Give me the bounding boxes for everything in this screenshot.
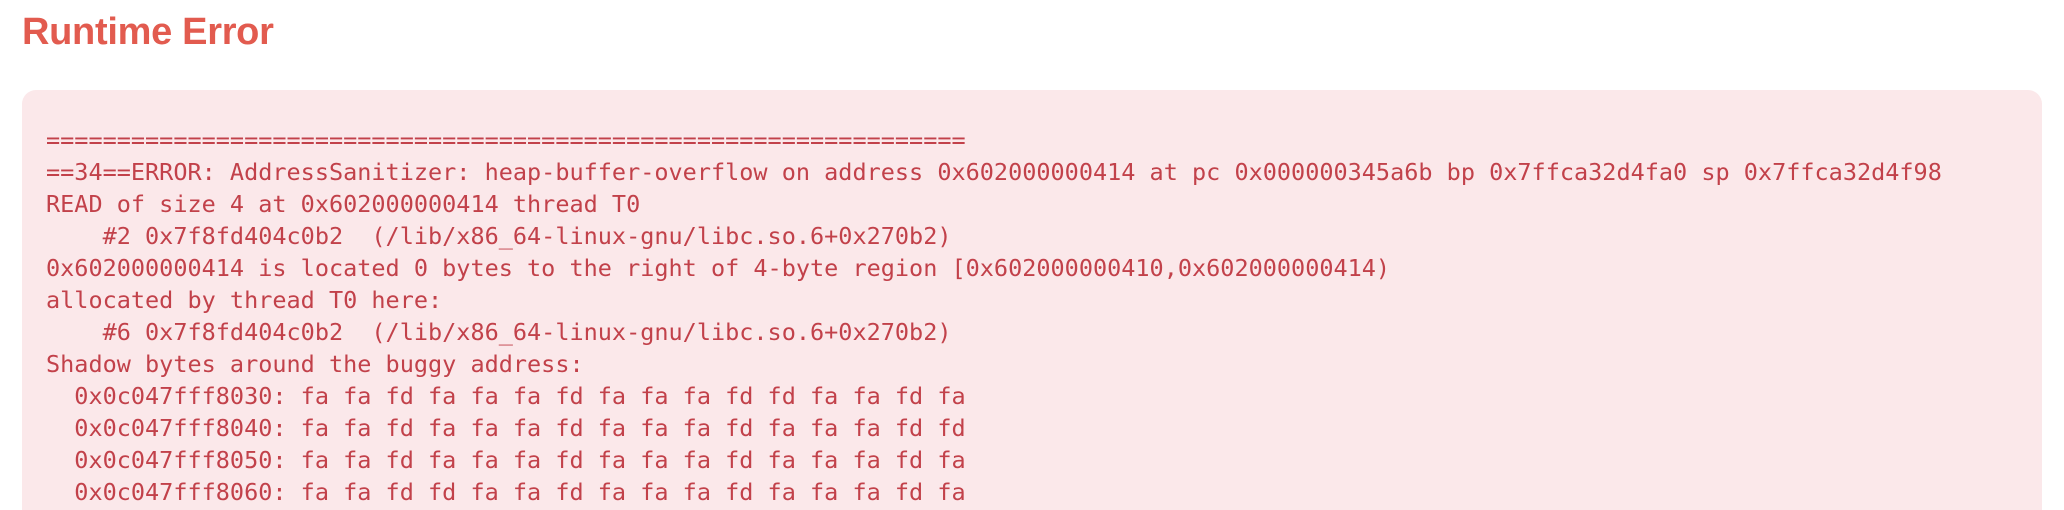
- error-summary-line: ==34==ERROR: AddressSanitizer: heap-buff…: [46, 158, 1942, 186]
- shadow-bytes-row: 0x0c047fff8050: fa fa fd fa fa fa fd fa …: [46, 446, 966, 474]
- stack-frame-line: #2 0x7f8fd404c0b2 (/lib/x86_64-linux-gnu…: [46, 222, 952, 250]
- shadow-bytes-heading: Shadow bytes around the buggy address:: [46, 350, 584, 378]
- shadow-bytes-row: 0x0c047fff8040: fa fa fd fa fa fa fd fa …: [46, 414, 966, 442]
- page-title: Runtime Error: [22, 11, 274, 53]
- shadow-bytes-row: 0x0c047fff8060: fa fa fd fd fa fa fd fa …: [46, 478, 966, 506]
- allocated-by-line: allocated by thread T0 here:: [46, 286, 443, 314]
- stack-frame-line: #6 0x7f8fd404c0b2 (/lib/x86_64-linux-gnu…: [46, 318, 952, 346]
- error-location-line: 0x602000000414 is located 0 bytes to the…: [46, 254, 1391, 282]
- error-output-lines: ========================================…: [46, 124, 2018, 508]
- shadow-bytes-row: 0x0c047fff8030: fa fa fd fa fa fa fd fa …: [46, 382, 966, 410]
- error-separator-line: ========================================…: [46, 126, 966, 154]
- error-read-line: READ of size 4 at 0x602000000414 thread …: [46, 190, 641, 218]
- runtime-error-page: Runtime Error ==========================…: [0, 0, 2064, 510]
- error-output-box: ========================================…: [22, 90, 2042, 510]
